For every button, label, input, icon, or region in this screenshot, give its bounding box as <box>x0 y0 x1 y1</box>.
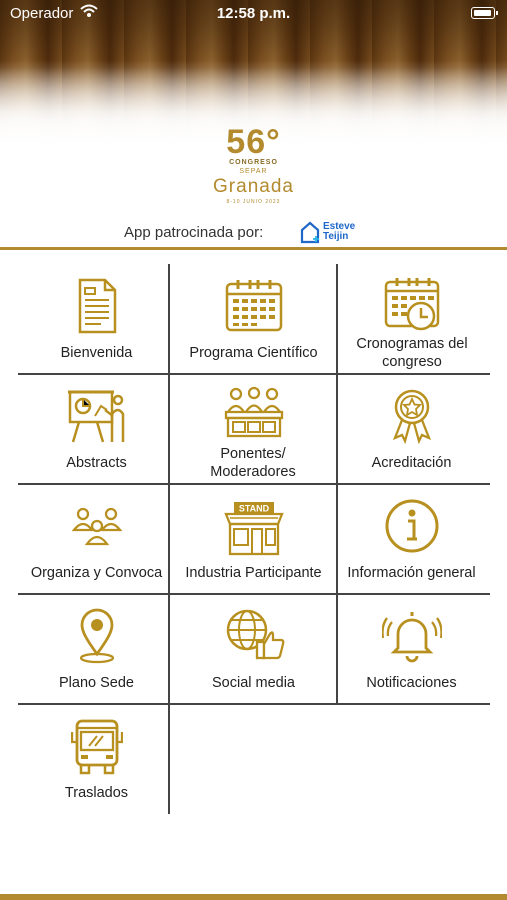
group-people-icon <box>71 507 122 546</box>
menu-item-traslados[interactable]: Traslados <box>18 704 175 814</box>
menu-item-label: Programa Científico <box>189 345 318 361</box>
menu-item-programa-cientifico[interactable]: Programa Científico <box>175 264 332 374</box>
clock-time: 12:58 p.m. <box>216 5 291 22</box>
top-divider <box>0 247 507 250</box>
presentation-icon <box>67 390 124 443</box>
menu-item-label: Plano Sede <box>59 675 134 691</box>
calendar-icon <box>225 280 282 332</box>
panel-speakers-icon <box>224 386 283 438</box>
menu-item-organiza[interactable]: Organiza y Convoca <box>18 484 175 594</box>
menu-item-notificaciones[interactable]: Notificaciones <box>333 594 490 704</box>
menu-item-label: Información general <box>347 565 476 581</box>
calendar-clock-icon <box>384 278 439 331</box>
menu-item-label: Cronogramas del congreso <box>356 336 468 370</box>
menu-item-ponentes[interactable]: Ponentes/ Moderadores <box>175 374 332 484</box>
menu-item-label: Traslados <box>64 785 129 801</box>
award-badge-icon <box>392 389 431 444</box>
logo-city: Granada <box>213 176 294 197</box>
menu-item-label: Notificaciones <box>366 675 457 691</box>
menu-item-label: Industria Participante <box>185 565 322 581</box>
battery-icon <box>471 7 498 19</box>
status-bar: Operador 12:58 p.m. <box>0 0 507 26</box>
menu-item-label: Acreditación <box>371 455 452 471</box>
logo-number: 56° <box>226 123 281 161</box>
menu-item-social-media[interactable]: Social media <box>175 594 332 704</box>
globe-like-icon <box>226 609 284 660</box>
menu-item-label: Social media <box>211 675 295 691</box>
menu-item-abstracts[interactable]: Abstracts <box>18 374 175 484</box>
congress-logo: 56° CONGRESO SEPAR Granada 8-10 JUNIO 20… <box>0 125 507 206</box>
logo-congreso: CONGRESO <box>229 159 278 166</box>
menu-item-label: Abstracts <box>66 455 127 471</box>
sponsor-row: App patrocinada por: Esteve Teijin <box>0 220 507 246</box>
menu-item-informacion[interactable]: Información general <box>333 484 490 594</box>
stand-sign: STAND <box>238 504 269 514</box>
logo-separ: SEPAR <box>239 168 268 175</box>
sponsor-brand-line2: Teijin <box>323 231 349 242</box>
menu-item-label: Bienvenida <box>60 345 133 361</box>
sponsor-label: App patrocinada por: <box>124 224 264 241</box>
document-icon <box>78 278 116 334</box>
menu-item-cronogramas[interactable]: Cronogramas del congreso <box>333 264 490 374</box>
sponsor-logo: Esteve Teijin <box>300 220 355 244</box>
bus-icon <box>70 719 123 775</box>
menu-item-bienvenida[interactable]: Bienvenida <box>18 264 175 374</box>
menu-item-industria[interactable]: STAND Industria Participante <box>175 484 332 594</box>
menu-item-acreditacion[interactable]: Acreditación <box>333 374 490 484</box>
menu-item-label: Organiza y Convoca <box>30 565 163 581</box>
logo-dates: 8-10 JUNIO 2023 <box>226 199 281 205</box>
bell-icon <box>381 612 442 663</box>
map-pin-icon <box>79 608 114 664</box>
stand-shop-icon: STAND <box>223 502 284 556</box>
bottom-divider <box>0 894 507 900</box>
house-icon <box>300 221 320 244</box>
menu-item-label: Ponentes/ Moderadores <box>210 446 296 480</box>
info-icon <box>385 499 438 553</box>
menu-item-plano-sede[interactable]: Plano Sede <box>18 594 175 704</box>
